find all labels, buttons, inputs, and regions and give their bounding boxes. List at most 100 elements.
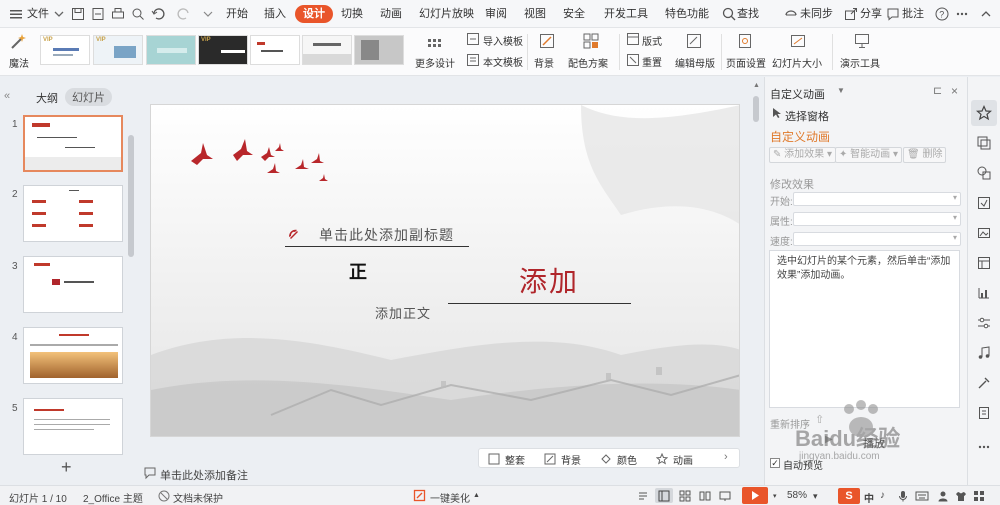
- help-icon[interactable]: ?: [934, 6, 950, 22]
- slide-thumbnail-1[interactable]: [23, 115, 123, 172]
- tab-home[interactable]: 开始: [226, 6, 248, 22]
- save-icon[interactable]: [70, 6, 86, 22]
- chart-icon[interactable]: [976, 285, 992, 301]
- paint-bucket-icon[interactable]: [600, 453, 612, 465]
- slide-thumbnail-5[interactable]: [23, 398, 123, 455]
- delete-button[interactable]: 🗑 删除: [903, 147, 947, 163]
- search-icon[interactable]: [721, 6, 737, 22]
- backup-icon[interactable]: [976, 405, 992, 421]
- hamburger-menu-icon[interactable]: [8, 6, 24, 22]
- input-method-logo[interactable]: S: [838, 488, 860, 504]
- page-setup-icon[interactable]: [736, 32, 754, 50]
- keyboard-icon[interactable]: [915, 490, 929, 502]
- share-button[interactable]: 分享: [860, 6, 882, 22]
- comment-icon[interactable]: [885, 6, 901, 22]
- layout-icon[interactable]: [626, 32, 640, 46]
- select-pane-link[interactable]: 选择窗格: [785, 108, 829, 124]
- thumbnail-scrollbar[interactable]: [128, 135, 134, 257]
- shapes-icon[interactable]: [976, 165, 992, 181]
- more-design-button[interactable]: 更多设计: [415, 55, 455, 70]
- start-select[interactable]: ▾: [793, 192, 961, 206]
- background-quick-button[interactable]: 背景: [561, 452, 581, 467]
- panel-undock-icon[interactable]: ⊏: [933, 84, 942, 97]
- music-icon[interactable]: [976, 345, 992, 361]
- punctuation-icon[interactable]: ♪: [880, 490, 885, 501]
- print-preview-icon[interactable]: [130, 6, 146, 22]
- template-library-icon[interactable]: [976, 255, 992, 271]
- presentation-tools-button[interactable]: 演示工具: [840, 55, 880, 70]
- smart-animation-button[interactable]: ✦ 智能动画 ▾: [835, 147, 902, 163]
- chevron-right-icon[interactable]: ›: [724, 451, 728, 463]
- add-effect-button[interactable]: ✎ 添加效果 ▾: [769, 147, 836, 163]
- design-template-6[interactable]: [302, 35, 352, 65]
- tab-security[interactable]: 安全: [563, 6, 585, 22]
- import-template-button[interactable]: 导入模板: [483, 33, 523, 48]
- animation-star-icon[interactable]: [976, 105, 992, 121]
- search-button[interactable]: 查找: [737, 6, 759, 22]
- scroll-up-icon[interactable]: ▲: [753, 82, 760, 90]
- zoom-dropdown-icon[interactable]: ▾: [813, 491, 818, 502]
- design-template-1[interactable]: VIP: [40, 35, 90, 65]
- tab-outline[interactable]: 大纲: [36, 90, 58, 106]
- more-icon[interactable]: [200, 6, 216, 22]
- tab-design[interactable]: 设计: [295, 5, 333, 23]
- presenter-view-icon[interactable]: [719, 490, 731, 502]
- redo-icon[interactable]: [176, 6, 192, 22]
- color-scheme-icon[interactable]: [582, 32, 600, 50]
- tab-review[interactable]: 审阅: [485, 6, 507, 22]
- panel-dropdown-icon[interactable]: ▼: [837, 86, 845, 95]
- tab-developer[interactable]: 开发工具: [604, 6, 648, 22]
- canvas-scrollbar[interactable]: ▲: [751, 82, 761, 477]
- sync-icon[interactable]: [783, 6, 799, 22]
- whole-set-button[interactable]: 整套: [505, 452, 525, 467]
- auto-preview-checkbox[interactable]: ✓: [770, 458, 780, 468]
- star-icon[interactable]: [656, 453, 668, 465]
- tab-insert[interactable]: 插入: [264, 6, 286, 22]
- slide-size-icon[interactable]: [789, 32, 807, 50]
- text-template-icon[interactable]: [466, 53, 480, 67]
- background-icon[interactable]: [538, 32, 556, 50]
- play-slideshow-button[interactable]: [742, 487, 768, 504]
- beautify-icon[interactable]: [413, 489, 426, 502]
- notes-toggle-icon[interactable]: [637, 490, 649, 502]
- tools-icon[interactable]: [976, 375, 992, 391]
- import-template-icon[interactable]: [466, 32, 480, 46]
- file-menu[interactable]: 文件: [27, 6, 49, 22]
- edit-master-icon[interactable]: [685, 32, 703, 50]
- color-scheme-button[interactable]: 配色方案: [568, 55, 608, 70]
- grid-apps-icon[interactable]: [973, 490, 985, 502]
- page-setup-button[interactable]: 页面设置: [726, 55, 766, 70]
- picture-icon[interactable]: [976, 225, 992, 241]
- reset-icon[interactable]: [626, 53, 640, 67]
- subtitle-placeholder[interactable]: 单击此处添加副标题: [319, 225, 454, 245]
- design-template-2[interactable]: VIP: [93, 35, 143, 65]
- more-options-icon[interactable]: [954, 6, 970, 22]
- magic-wand-icon[interactable]: [9, 33, 27, 51]
- beautify-button[interactable]: 一键美化: [430, 490, 470, 505]
- tab-transition[interactable]: 切换: [341, 6, 363, 22]
- select-pane-icon[interactable]: [771, 107, 783, 119]
- shirt-icon[interactable]: [955, 490, 967, 502]
- presentation-tools-icon[interactable]: [853, 32, 871, 50]
- property-select[interactable]: ▾: [793, 212, 961, 226]
- undo-icon[interactable]: [150, 6, 166, 22]
- comment-button[interactable]: 批注: [902, 6, 924, 22]
- tab-features[interactable]: 特色功能: [665, 6, 709, 22]
- slide-sorter-icon[interactable]: [679, 490, 691, 502]
- slide-canvas[interactable]: 单击此处添加副标题 正 添加 添加正文: [150, 104, 740, 437]
- collapse-panel-icon[interactable]: «: [4, 90, 10, 102]
- beautify-dropdown-icon[interactable]: ▲: [473, 492, 480, 499]
- text-template-button[interactable]: 本文模板: [483, 54, 523, 69]
- normal-view-icon[interactable]: [658, 490, 670, 502]
- slide-thumbnail-4[interactable]: [23, 327, 123, 384]
- color-quick-button[interactable]: 颜色: [617, 452, 637, 467]
- language-indicator[interactable]: 中: [864, 490, 874, 505]
- slide-thumbnail-2[interactable]: [23, 185, 123, 242]
- tab-animation[interactable]: 动画: [380, 6, 402, 22]
- collapse-ribbon-icon[interactable]: [978, 6, 994, 22]
- notes-placeholder[interactable]: 单击此处添加备注: [160, 467, 248, 483]
- design-template-4[interactable]: VIP: [198, 35, 248, 65]
- design-template-7[interactable]: [354, 35, 404, 65]
- share-icon[interactable]: [843, 6, 859, 22]
- title-placeholder[interactable]: 添加: [519, 260, 579, 300]
